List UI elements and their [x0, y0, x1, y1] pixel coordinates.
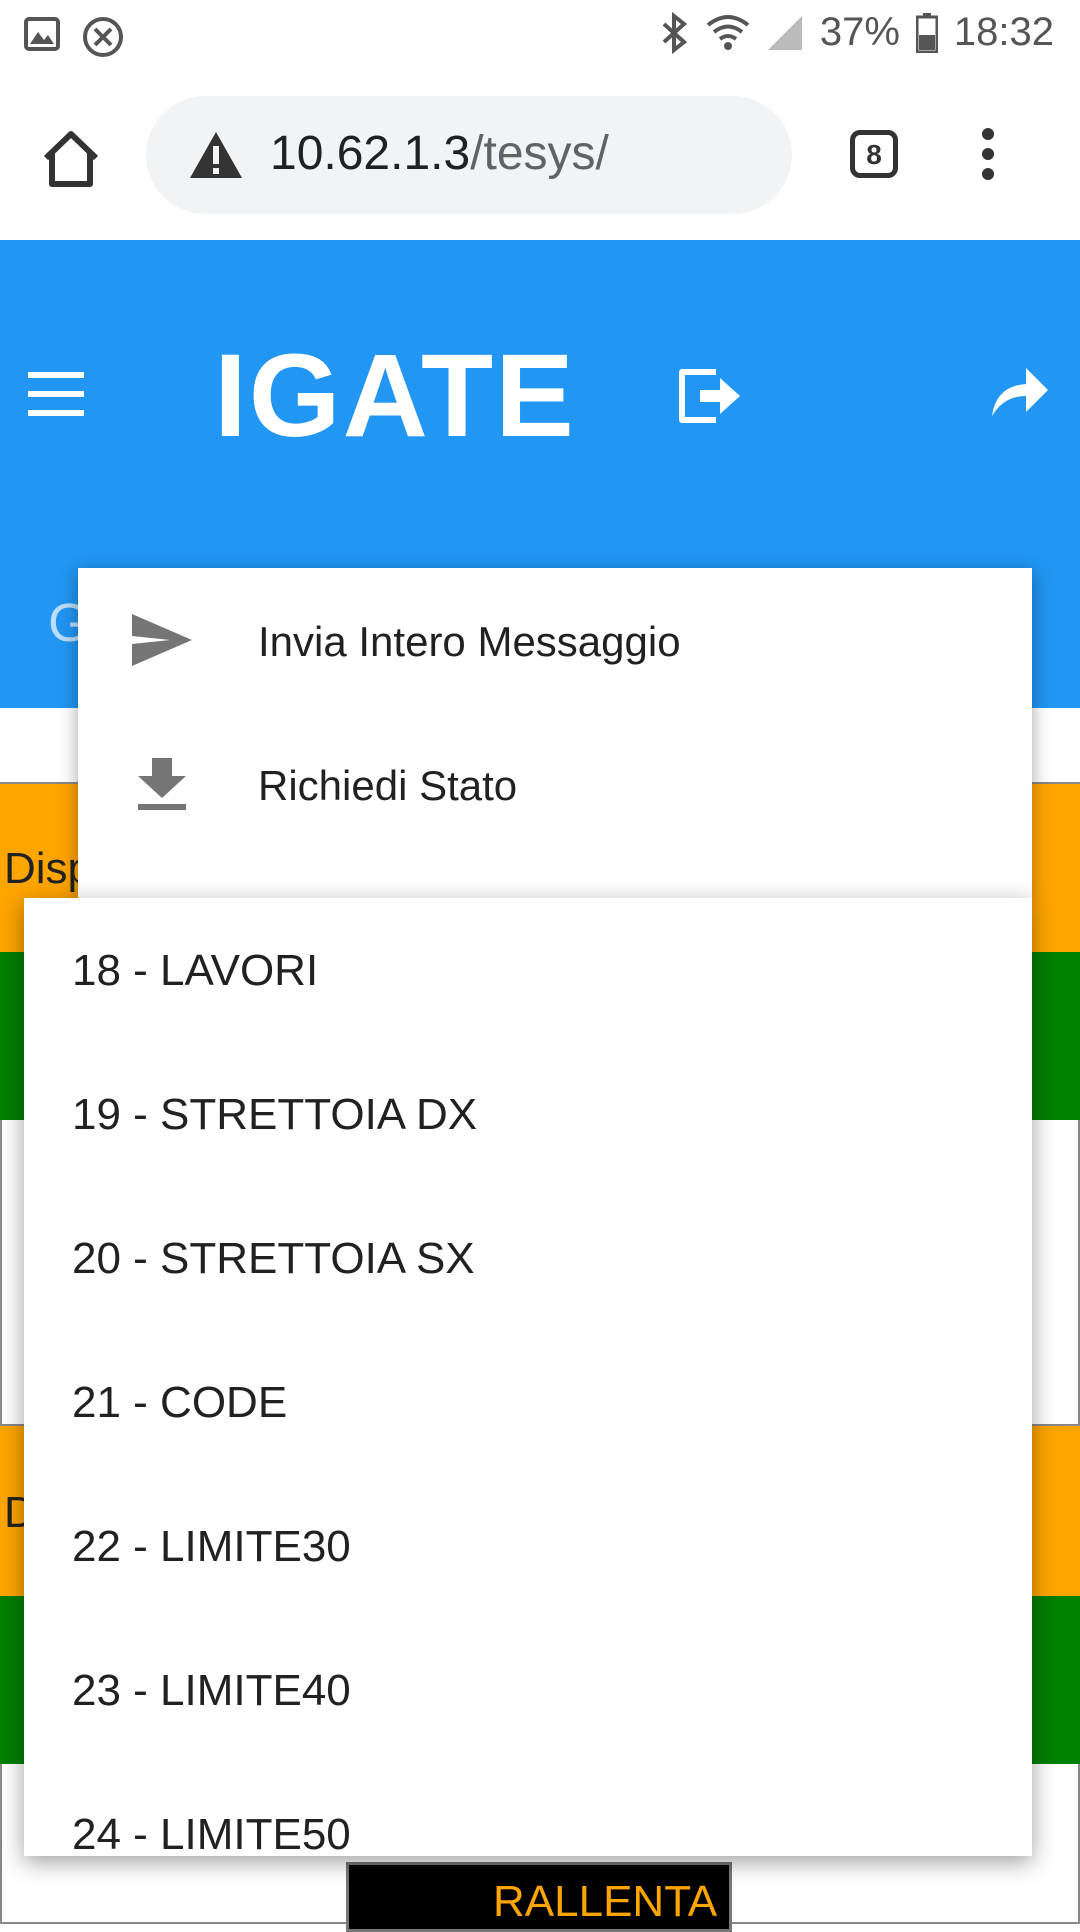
overflow-menu: Invia Intero Messaggio Richiedi Stato: [78, 568, 1032, 898]
dropdown-option[interactable]: 22 - LIMITE30: [24, 1474, 1032, 1618]
option-label: 19 - STRETTOIA DX: [72, 1090, 478, 1139]
browser-toolbar: 10.62.1.3/tesys/ 8: [0, 72, 1080, 240]
menu-item-label: Invia Intero Messaggio: [258, 618, 681, 665]
battery-icon: [915, 12, 938, 53]
home-icon[interactable]: [40, 128, 102, 190]
menu-item-label: Richiedi Stato: [258, 762, 518, 809]
option-label: 20 - STRETTOIA SX: [72, 1234, 475, 1283]
option-label: 23 - LIMITE40: [72, 1666, 351, 1715]
dropdown-option[interactable]: 20 - STRETTOIA SX: [24, 1186, 1032, 1330]
dropdown-option[interactable]: 18 - LAVORI: [24, 898, 1032, 1042]
dropdown-option[interactable]: 21 - CODE: [24, 1330, 1032, 1474]
wifi-icon: [706, 14, 750, 50]
signal-icon: [767, 15, 802, 50]
blocked-notification-icon: [83, 17, 123, 57]
option-label: 22 - LIMITE30: [72, 1522, 351, 1571]
url-text[interactable]: 10.62.1.3/tesys/: [270, 126, 609, 181]
clock: 18:32: [953, 10, 1054, 54]
warning-icon[interactable]: [188, 130, 244, 180]
menu-item-send-message[interactable]: Invia Intero Messaggio: [78, 568, 1032, 712]
share-icon[interactable]: [990, 364, 1050, 418]
address-bar[interactable]: 10.62.1.3/tesys/: [146, 96, 792, 214]
hamburger-menu-icon[interactable]: [28, 372, 84, 416]
message-select-dropdown[interactable]: 18 - LAVORI 19 - STRETTOIA DX 20 - STRET…: [24, 898, 1032, 1856]
battery-percent: 37%: [819, 10, 900, 54]
url-path: /tesys/: [470, 127, 609, 180]
status-bar: 37% 18:32: [0, 0, 1080, 72]
dropdown-option[interactable]: 24 - LIMITE50: [24, 1762, 1032, 1856]
option-label: 21 - CODE: [72, 1378, 288, 1427]
dropdown-option[interactable]: 23 - LIMITE40: [24, 1618, 1032, 1762]
image-notification-icon: [24, 17, 60, 51]
dropdown-option[interactable]: 19 - STRETTOIA DX: [24, 1042, 1032, 1186]
url-host: 10.62.1.3: [270, 127, 471, 180]
app-title: IGATE: [214, 330, 576, 462]
browser-menu-icon[interactable]: [982, 128, 996, 184]
sign-preview: RALLENTA: [346, 1862, 732, 1932]
send-icon: [132, 614, 192, 666]
tab-switcher-button[interactable]: 8: [850, 130, 898, 178]
bluetooth-icon: [662, 11, 687, 54]
option-label: 18 - LAVORI: [72, 946, 319, 995]
option-label: 24 - LIMITE50: [72, 1810, 351, 1856]
menu-item-request-status[interactable]: Richiedi Stato: [78, 712, 1032, 856]
download-icon: [138, 758, 186, 810]
logout-icon[interactable]: [676, 364, 742, 428]
